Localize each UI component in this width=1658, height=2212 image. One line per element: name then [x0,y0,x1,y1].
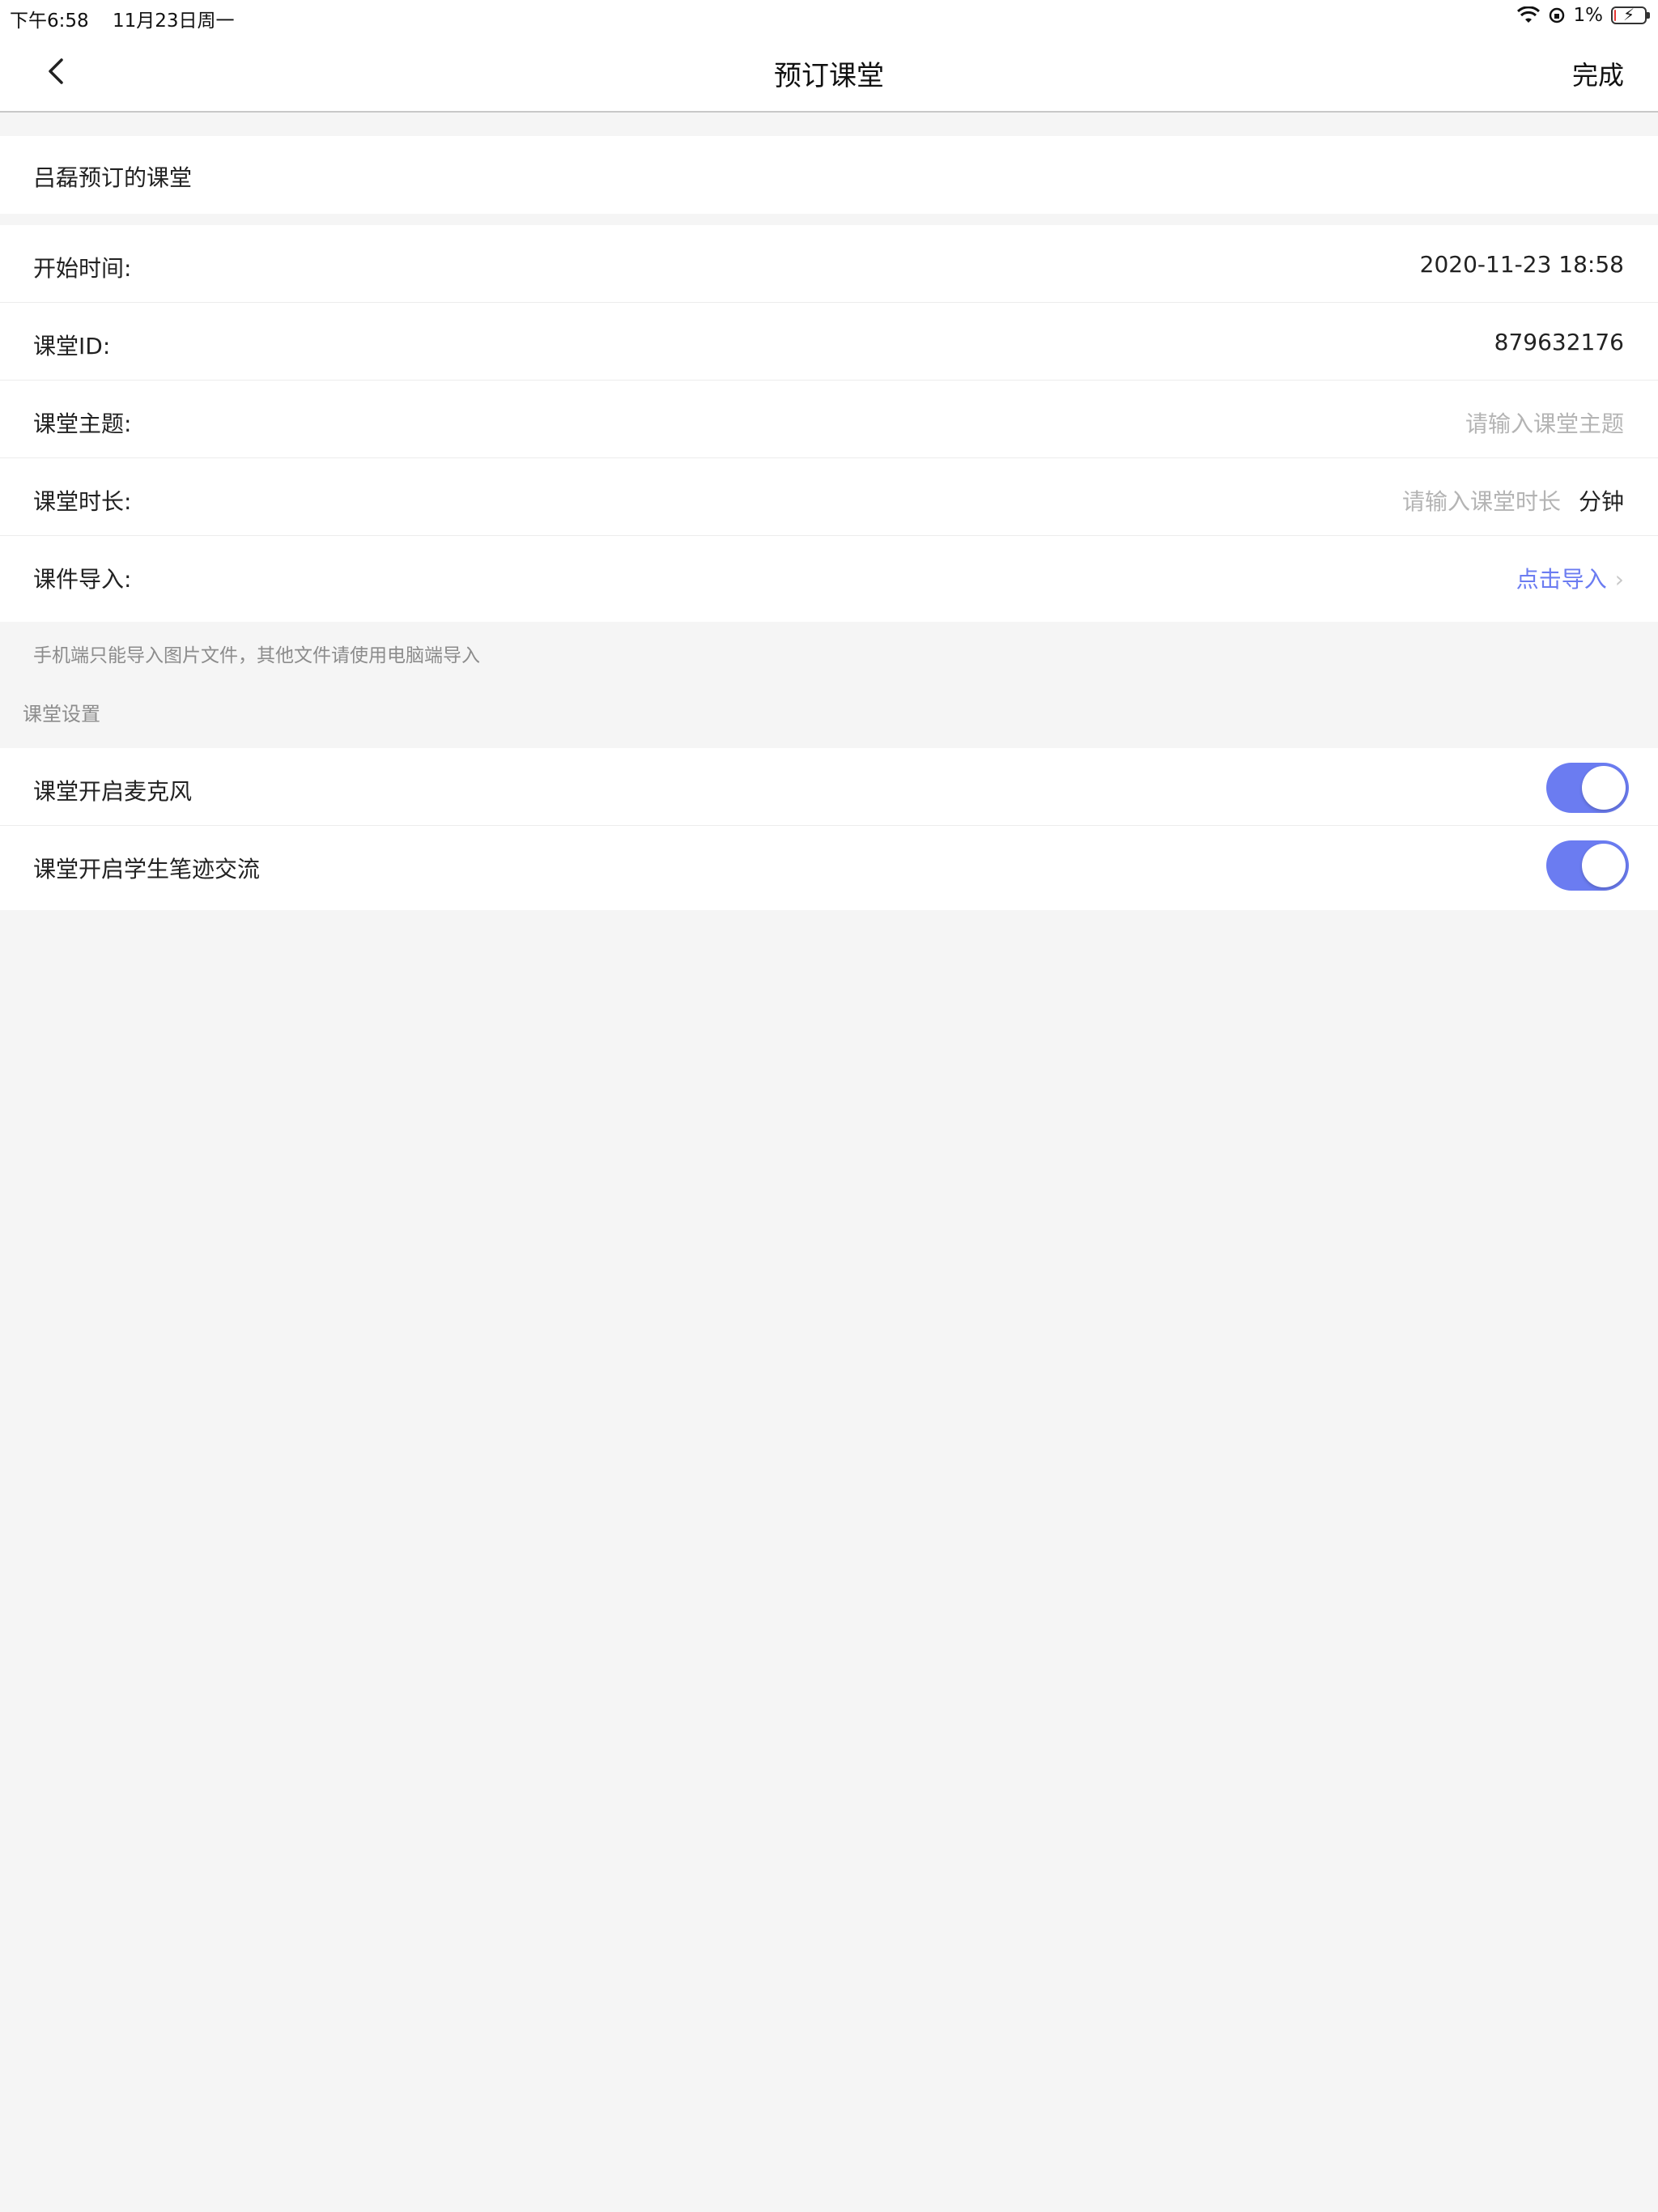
class-id-value: 879632176 [1494,329,1624,355]
microphone-toggle[interactable] [1546,763,1629,813]
courseware-import-link[interactable]: 点击导入 [1516,566,1607,593]
class-id-label: 课堂ID: [33,333,111,359]
duration-label: 课堂时长: [33,488,132,515]
courseware-row[interactable]: 课件导入: 点击导入 › [0,536,1658,622]
battery-icon: ⚡ [1611,5,1650,24]
start-time-row[interactable]: 开始时间: 2020-11-23 18:58 [0,225,1658,303]
microphone-setting-label: 课堂开启麦克风 [33,778,193,805]
chevron-right-icon: › [1614,566,1624,593]
start-time-value[interactable]: 2020-11-23 18:58 [1420,251,1624,278]
status-bar: 下午6:58 11月23日周一 1% ⚡ [0,0,1658,32]
done-button[interactable]: 完成 [1572,55,1624,92]
status-date: 11月23日周一 [112,11,235,32]
courseware-import-group[interactable]: 点击导入 › [1516,562,1624,594]
class-id-row: 课堂ID: 879632176 [0,303,1658,381]
topic-label: 课堂主题: [33,410,132,437]
status-time: 下午6:58 [10,11,89,32]
settings-section-header: 课堂设置 [23,703,100,725]
status-right: 1% ⚡ [1516,5,1650,26]
handwriting-setting-row: 课堂开启学生笔迹交流 [0,826,1658,910]
settings-section: 课堂开启麦克风 课堂开启学生笔迹交流 [0,748,1658,910]
handwriting-setting-label: 课堂开启学生笔迹交流 [33,856,261,883]
status-left: 下午6:58 11月23日周一 [10,5,253,32]
class-owner-row: 吕磊预订的课堂 [0,136,1658,214]
duration-input[interactable]: 请输入课堂时长 [1402,488,1561,515]
class-owner-text: 吕磊预订的课堂 [33,164,193,191]
class-info-section: 开始时间: 2020-11-23 18:58 课堂ID: 879632176 课… [0,225,1658,622]
navigation-bar: 预订课堂 完成 [0,32,1658,113]
duration-row: 课堂时长: 请输入课堂时长 分钟 [0,458,1658,536]
duration-value-group: 请输入课堂时长 分钟 [1402,484,1624,517]
toggle-knob [1582,766,1626,810]
import-hint-text: 手机端只能导入图片文件，其他文件请使用电脑端导入 [33,645,480,666]
battery-fill [1614,10,1616,21]
charging-bolt-icon: ⚡ [1623,5,1635,24]
microphone-setting-row: 课堂开启麦克风 [0,748,1658,826]
toggle-knob [1582,844,1626,887]
duration-unit: 分钟 [1578,488,1624,515]
page-title: 预订课堂 [774,60,884,92]
topic-input[interactable]: 请输入课堂主题 [1465,406,1624,439]
battery-percent: 1% [1573,5,1604,26]
handwriting-toggle[interactable] [1546,840,1629,891]
start-time-label: 开始时间: [33,255,132,282]
wifi-icon [1516,6,1540,23]
topic-row: 课堂主题: 请输入课堂主题 [0,381,1658,458]
courseware-label: 课件导入: [33,566,132,593]
orientation-lock-icon [1549,7,1564,23]
